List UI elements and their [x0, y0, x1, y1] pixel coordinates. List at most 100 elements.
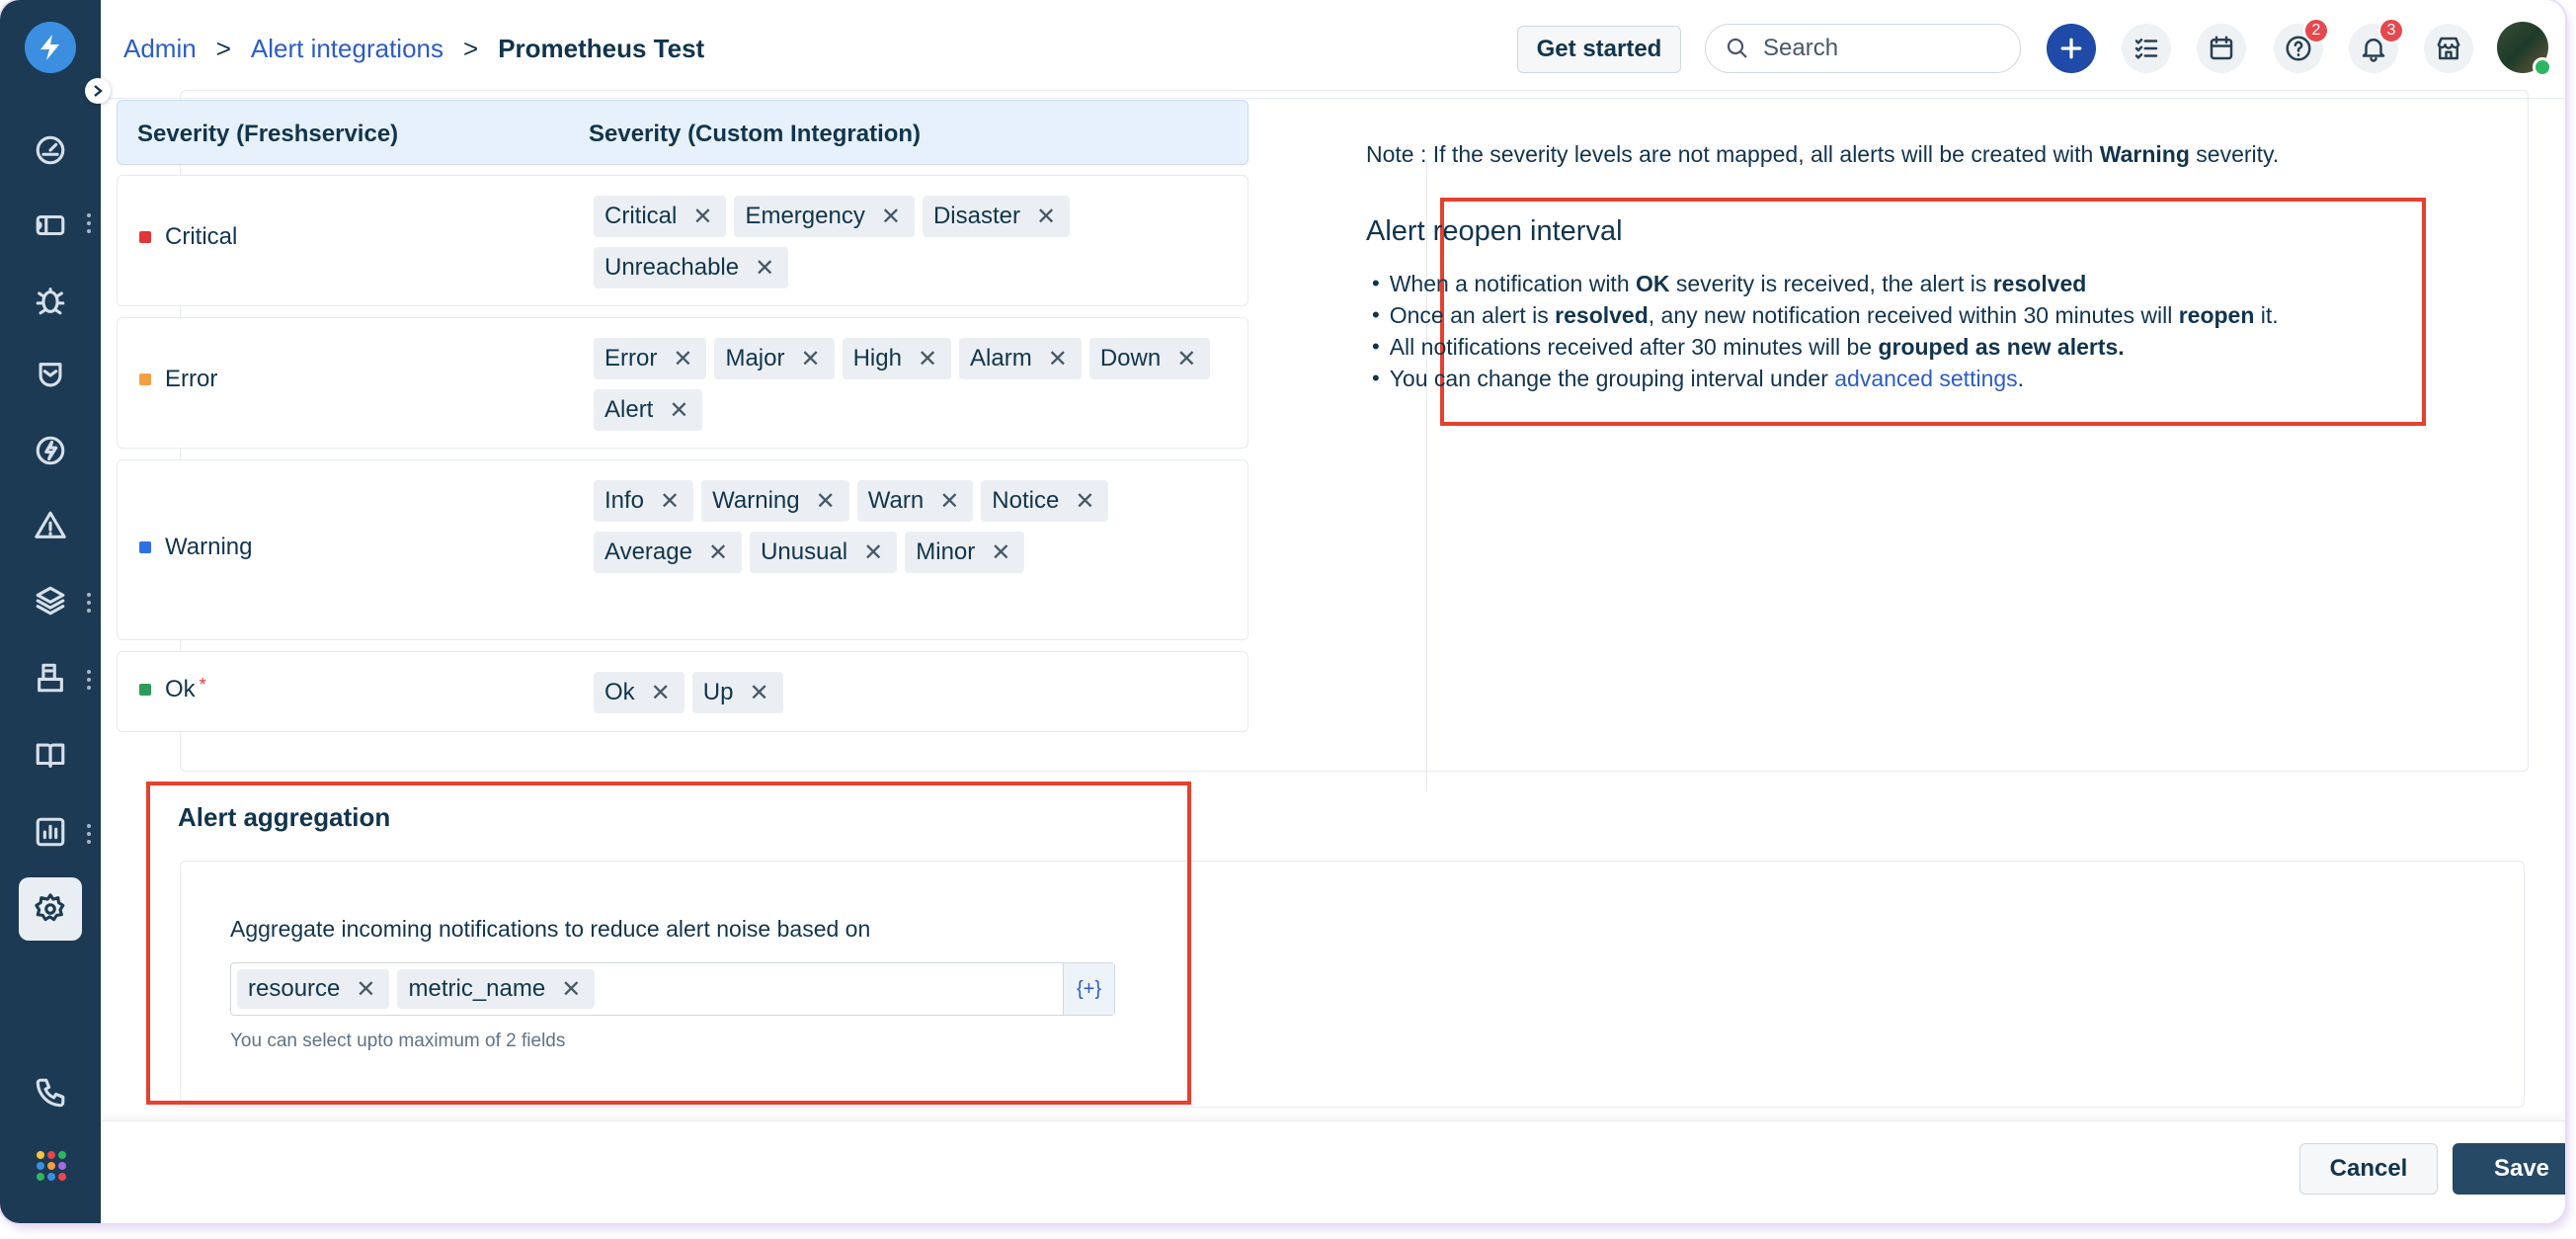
severity-row-error: Error Error ✕ Major ✕ High ✕ Alarm ✕ Down ✕ A…: [117, 317, 1248, 449]
tag-chip: Minor ✕: [905, 532, 1025, 573]
calendar-icon: [2210, 36, 2233, 60]
severity-row-critical: Critical Critical ✕ Emergency ✕ Disaster ✕ …: [117, 175, 1248, 306]
tag-chip: Average ✕: [594, 532, 743, 573]
remove-tag-icon[interactable]: ✕: [800, 345, 820, 373]
admin-settings-icon[interactable]: [33, 891, 68, 927]
phone-icon[interactable]: [33, 1075, 68, 1111]
remove-tag-icon[interactable]: ✕: [660, 487, 680, 516]
save-button[interactable]: Save: [2453, 1143, 2565, 1195]
assets-icon[interactable]: [33, 583, 68, 619]
aggregation-fields-input[interactable]: resource ✕ metric_name ✕ {+}: [230, 962, 1115, 1016]
tickets-more-icon[interactable]: [87, 213, 91, 233]
todo-list-button[interactable]: [2122, 24, 2171, 73]
search-input[interactable]: [1763, 35, 1980, 62]
insert-placeholder-button[interactable]: {+}: [1063, 963, 1114, 1015]
remove-tag-icon[interactable]: ✕: [561, 975, 581, 1004]
remove-tag-icon[interactable]: ✕: [991, 538, 1010, 567]
highlight-box-aggregation: [146, 782, 1191, 1105]
severity-label: Error: [139, 366, 217, 393]
remove-tag-icon[interactable]: ✕: [918, 345, 937, 373]
breadcrumb-separator-icon: >: [463, 34, 479, 63]
tickets-icon[interactable]: [33, 207, 68, 243]
breadcrumb-separator-icon: >: [215, 34, 231, 63]
reopen-bullet: • Once an alert is resolved, any new noti…: [1372, 302, 2279, 328]
reports-more-icon[interactable]: [87, 824, 91, 844]
aggregation-label: Aggregate incoming notifications to redu…: [230, 916, 871, 942]
get-started-button[interactable]: Get started: [1517, 26, 1681, 73]
footer-actions: Cancel Save: [101, 1120, 2565, 1223]
severity-label: Warning: [139, 534, 252, 561]
remove-tag-icon[interactable]: ✕: [881, 203, 901, 231]
remove-tag-icon[interactable]: ✕: [863, 538, 883, 567]
help-badge: 2: [2303, 18, 2329, 43]
advanced-settings-link[interactable]: advanced settings: [1834, 366, 2017, 391]
help-button[interactable]: 2: [2274, 18, 2329, 73]
remove-tag-icon[interactable]: ✕: [749, 679, 768, 707]
remove-tag-icon[interactable]: ✕: [356, 975, 375, 1004]
reports-icon[interactable]: [33, 814, 68, 850]
sidebar-collapse-button[interactable]: [85, 78, 111, 104]
tag-chip: Error ✕: [594, 338, 707, 379]
severity-tags[interactable]: Info ✕ Warning ✕ Warn ✕ Notice ✕ Average ✕ Un…: [594, 480, 1226, 573]
tag-chip: resource ✕: [237, 969, 390, 1009]
app-window: Admin > Alert integrations > Prometheus …: [0, 0, 2565, 1223]
remove-tag-icon[interactable]: ✕: [1075, 487, 1094, 516]
tag-chip: Down ✕: [1088, 338, 1211, 379]
search-box[interactable]: [1705, 24, 2021, 73]
tag-chip: Critical ✕: [594, 196, 727, 237]
severity-tags[interactable]: Critical ✕ Emergency ✕ Disaster ✕ Unreachab…: [594, 196, 1226, 289]
user-avatar[interactable]: [2497, 22, 2552, 77]
severity-note: Note : If the severity levels are not ma…: [1366, 141, 2280, 167]
column-header-freshservice: Severity (Freshservice): [137, 121, 399, 147]
dashboard-icon[interactable]: [33, 132, 68, 168]
releases-icon[interactable]: [33, 433, 68, 468]
marketplace-button[interactable]: [2424, 24, 2473, 73]
critical-color-icon: [139, 231, 151, 243]
remove-tag-icon[interactable]: ✕: [1036, 203, 1056, 231]
breadcrumb-admin[interactable]: Admin: [123, 34, 197, 64]
remove-tag-icon[interactable]: ✕: [692, 203, 712, 231]
new-plus-button[interactable]: [2047, 24, 2096, 73]
notifications-button[interactable]: 3: [2349, 18, 2404, 73]
tag-chip: Emergency ✕: [734, 196, 915, 237]
tag-chip: Alert ✕: [594, 389, 703, 431]
remove-tag-icon[interactable]: ✕: [1048, 345, 1068, 373]
problems-icon[interactable]: [33, 283, 68, 318]
breadcrumb-current: Prometheus Test: [498, 34, 705, 63]
tag-chip: Info ✕: [594, 480, 694, 522]
remove-tag-icon[interactable]: ✕: [651, 679, 671, 707]
tag-chip: High ✕: [842, 338, 952, 379]
sidebar: [0, 0, 101, 1223]
top-header: Admin > Alert integrations > Prometheus …: [101, 0, 2565, 99]
remove-tag-icon[interactable]: ✕: [939, 487, 959, 516]
remove-tag-icon[interactable]: ✕: [673, 345, 692, 373]
tag-chip: Alarm ✕: [959, 338, 1082, 379]
tag-chip: Unusual ✕: [750, 532, 898, 573]
changes-icon[interactable]: [33, 358, 68, 393]
solutions-icon[interactable]: [33, 737, 68, 773]
projects-more-icon[interactable]: [87, 670, 91, 690]
calendar-button[interactable]: [2197, 24, 2246, 73]
ok-color-icon: [139, 684, 151, 696]
breadcrumb-alert-integrations[interactable]: Alert integrations: [251, 34, 443, 64]
tag-chip: Unreachable ✕: [594, 247, 789, 289]
tag-chip: Warn ✕: [856, 480, 974, 522]
severity-tags[interactable]: Ok ✕ Up ✕: [594, 672, 1226, 713]
projects-icon[interactable]: [33, 660, 68, 696]
checklist-icon: [2134, 39, 2158, 59]
remove-tag-icon[interactable]: ✕: [708, 538, 728, 567]
severity-tags[interactable]: Error ✕ Major ✕ High ✕ Alarm ✕ Down ✕ Alert ✕: [594, 338, 1226, 431]
warning-color-icon: [139, 541, 151, 553]
cancel-button[interactable]: Cancel: [2299, 1143, 2438, 1195]
remove-tag-icon[interactable]: ✕: [755, 254, 774, 283]
search-icon: [1727, 38, 1747, 58]
remove-tag-icon[interactable]: ✕: [1176, 345, 1196, 373]
remove-tag-icon[interactable]: ✕: [816, 487, 836, 516]
remove-tag-icon[interactable]: ✕: [669, 396, 688, 425]
freshservice-logo[interactable]: [25, 22, 76, 73]
apps-icon[interactable]: [37, 1151, 66, 1181]
reopen-bullet: • You can change the grouping interval un…: [1372, 366, 2025, 391]
severity-label: Critical: [139, 223, 237, 251]
alerts-icon[interactable]: [33, 508, 68, 543]
assets-more-icon[interactable]: [87, 593, 91, 613]
